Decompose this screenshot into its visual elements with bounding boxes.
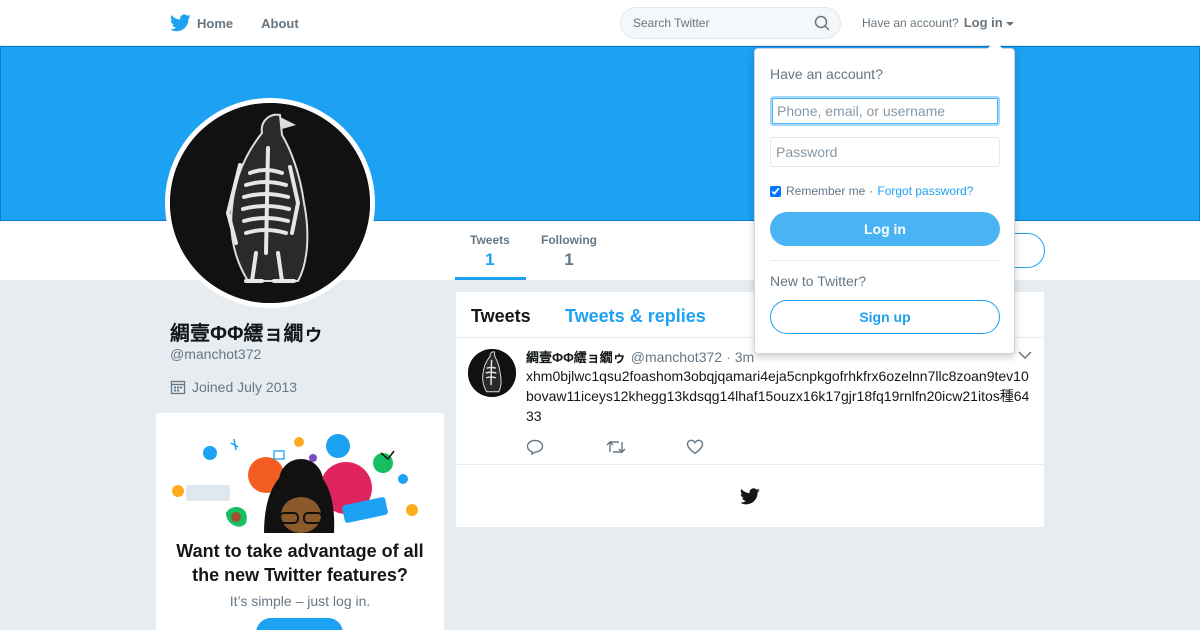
reply-icon [526,439,544,456]
tab-tweets-replies[interactable]: Tweets & replies [565,306,706,327]
login-button[interactable]: Log in [770,212,1000,246]
retweet-icon [606,441,626,453]
nav-about-label: About [261,15,299,31]
nav-home-label: Home [197,15,234,31]
tweet-author-handle[interactable]: @manchot372 [631,349,722,365]
nav-about[interactable]: About [261,16,299,31]
signup-button[interactable]: Sign up [770,300,1000,334]
tweet-timestamp[interactable]: 3m [735,349,754,365]
tweet-avatar[interactable] [468,349,516,397]
stat-following-label: Following [541,233,597,247]
dropdown-divider [770,260,1000,261]
login-dropdown-title: Have an account? [770,66,883,82]
profile-joined-text: Joined July 2013 [192,379,298,395]
promo-title: Want to take advantage of all the new Tw… [176,541,424,585]
tweet-author-name[interactable]: 綢壹ФΦ繧ョ繝ゥ [526,347,626,366]
calendar-icon [170,380,186,395]
remember-row: Remember me · Forgot password? [770,184,973,198]
search-input[interactable] [621,8,801,38]
tweet-dot-separator: · [726,348,731,365]
reply-button[interactable] [526,438,606,461]
promo-login-button[interactable] [256,618,343,630]
stat-tweets[interactable]: Tweets 1 [470,233,510,270]
profile-joined: Joined July 2013 [170,379,297,395]
promo-subtitle: It’s simple – just log in. [229,593,371,609]
profile-avatar[interactable] [165,98,375,308]
remember-checkbox[interactable] [770,185,781,197]
like-icon [686,439,704,455]
profile-name: 綢壹ФΦ繧ョ繝ゥ [170,323,324,345]
login-dropdown: Have an account? Remember me · Forgot pa… [754,41,1015,354]
nav-home[interactable]: Home [170,14,233,32]
tweet-actions [526,438,766,461]
avatar-image [170,103,370,303]
password-field[interactable] [770,137,1000,167]
penguin-skeleton-icon [468,349,516,397]
stat-tweets-label: Tweets [470,233,510,247]
chevron-down-icon[interactable] [1018,350,1032,360]
promo-illustration [172,434,418,533]
top-navbar: Home About Have an account? Log in [0,0,1200,46]
search-box[interactable] [620,7,841,39]
retweet-button[interactable] [606,438,686,461]
profile-handle[interactable]: @manchot372 [170,346,261,362]
caret-down-icon[interactable] [1005,21,1014,26]
stat-tweets-value: 1 [485,250,495,269]
search-icon[interactable] [814,15,830,31]
forgot-password-link[interactable]: Forgot password? [877,184,973,198]
new-to-twitter-text: New to Twitter? [770,273,867,289]
twitter-bird-icon [740,487,760,504]
stat-following-value: 1 [564,250,574,269]
nav-left: Home About [170,0,327,46]
twitter-bird-icon [170,14,191,32]
active-tab-indicator [455,277,526,280]
like-button[interactable] [686,438,766,461]
remember-label[interactable]: Remember me [786,184,865,198]
stat-following[interactable]: Following 1 [541,233,597,270]
tweet-text: xhm0bjlwc1qsu2foashom3obqjqamari4eja5cnp… [526,368,1030,424]
tweet[interactable]: 綢壹ФΦ繧ョ繝ゥ @manchot372 · 3m xhm0bjlwc1qsu2… [456,338,1044,465]
username-field[interactable] [770,96,1000,126]
penguin-skeleton-icon [170,103,370,303]
account-prompt: Have an account? [862,15,959,30]
login-toggle[interactable]: Log in [964,15,1003,30]
tab-tweets[interactable]: Tweets [471,306,531,327]
timeline-footer [456,465,1044,527]
promo-card: Want to take advantage of all the new Tw… [156,413,444,630]
account-menu: Have an account? Log in [862,15,1014,30]
tweet-header: 綢壹ФΦ繧ョ繝ゥ @manchot372 · 3m [526,347,754,366]
remember-separator: · [869,184,874,198]
